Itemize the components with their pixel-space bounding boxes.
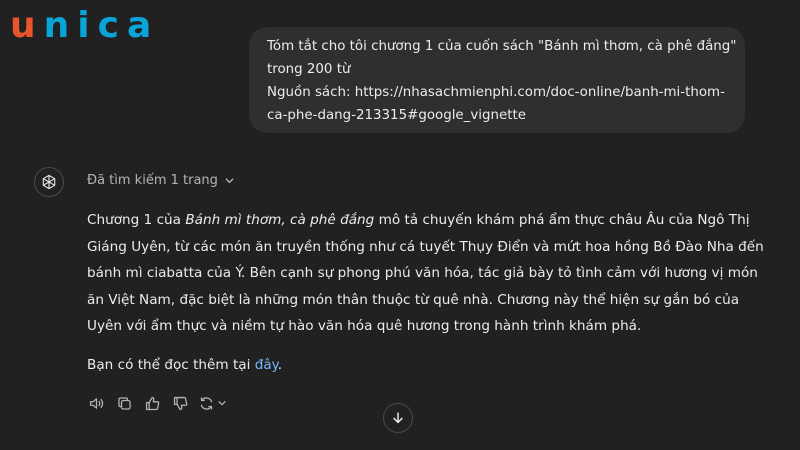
thumbs-down-icon xyxy=(173,396,187,410)
scroll-to-bottom-button[interactable] xyxy=(383,403,413,433)
chevron-down-icon xyxy=(218,401,226,406)
read-aloud-button[interactable] xyxy=(86,393,106,413)
speaker-icon xyxy=(89,397,103,409)
logo-letter-c: c xyxy=(97,5,127,46)
user-message-line: Tóm tắt cho tôi chương 1 của cuốn sách "… xyxy=(267,39,737,54)
answer-text: mô tả chuyến khám phá ẩm thực châu Âu củ… xyxy=(374,212,750,228)
answer-line: bánh mì ciabatta của Ý. Bên cạnh sự phon… xyxy=(87,265,758,281)
search-status-toggle[interactable]: Đã tìm kiếm 1 trang xyxy=(87,173,235,188)
regenerate-button[interactable] xyxy=(198,395,227,412)
user-message-bubble: Tóm tắt cho tôi chương 1 của cuốn sách "… xyxy=(249,27,745,133)
book-title: Bánh mì thơm, cà phê đắng xyxy=(185,212,375,228)
read-more: Bạn có thể đọc thêm tại đây. xyxy=(87,353,282,377)
message-actions xyxy=(86,393,227,413)
answer-line: Giáng Uyên, từ các món ăn truyền thống n… xyxy=(87,238,764,255)
read-more-text: Bạn có thể đọc thêm tại xyxy=(87,357,255,373)
answer-line: Uyên với ẩm thực và niềm tự hào văn hóa … xyxy=(87,318,642,334)
logo-letter-u: u xyxy=(10,5,44,46)
user-message-line: ca-phe-dang-213315#google_vignette xyxy=(267,108,526,123)
unica-logo: unica xyxy=(10,4,159,48)
assistant-avatar xyxy=(34,167,64,197)
read-more-link[interactable]: đây xyxy=(255,357,278,373)
copy-icon xyxy=(117,396,131,410)
copy-button[interactable] xyxy=(114,393,134,413)
thumbs-up-icon xyxy=(145,396,159,410)
answer-line: ăn Việt Nam, đặc biệt là những món thân … xyxy=(87,291,740,308)
search-status-label: Đã tìm kiếm 1 trang xyxy=(87,173,218,188)
answer-text: Chương 1 của xyxy=(87,212,186,228)
bad-response-button[interactable] xyxy=(170,393,190,413)
assistant-answer: Chương 1 của Bánh mì thơm, cà phê đắng m… xyxy=(87,207,767,340)
user-message-line: Nguồn sách: https://nhasachmienphi.com/d… xyxy=(267,85,725,100)
good-response-button[interactable] xyxy=(142,393,162,413)
answer-line: Chương 1 của Bánh mì thơm, cà phê đắng m… xyxy=(87,212,750,228)
chevron-down-icon xyxy=(225,178,234,184)
user-message-line: trong 200 từ xyxy=(267,62,351,77)
regenerate-icon xyxy=(200,396,213,410)
read-more-period: . xyxy=(277,357,283,373)
logo-letter-a: a xyxy=(126,5,160,46)
openai-logo-icon xyxy=(42,174,56,190)
logo-letter-n: n xyxy=(43,5,78,46)
logo-letter-i: i xyxy=(77,5,98,46)
arrow-down-icon xyxy=(393,412,403,424)
